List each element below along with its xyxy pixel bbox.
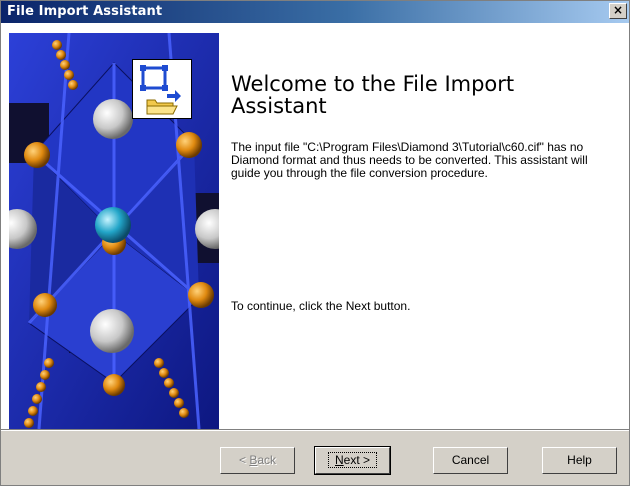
file-import-icon-graphic xyxy=(140,65,181,115)
file-import-dialog: File Import Assistant × Welcome to the F… xyxy=(0,0,630,486)
next-arrow: > xyxy=(359,453,371,467)
help-button[interactable]: Help xyxy=(542,447,617,474)
back-label-rest: ack xyxy=(257,453,277,467)
file-import-icon xyxy=(132,59,192,119)
separator xyxy=(1,429,629,431)
description-text: The input file "C:\Program Files\Diamond… xyxy=(231,140,588,180)
wizard-content: Welcome to the File Import Assistant The… xyxy=(1,23,629,429)
next-label-rest: ext xyxy=(343,453,360,467)
close-button[interactable]: × xyxy=(609,3,627,19)
back-button[interactable]: < Back xyxy=(220,447,295,474)
title-bar: File Import Assistant × xyxy=(1,1,629,23)
continue-instruction: To continue, click the Next button. xyxy=(231,299,411,313)
back-arrow: < xyxy=(238,453,250,467)
back-button-label: < Back xyxy=(233,453,282,467)
next-button-label: Next > xyxy=(327,452,378,468)
cancel-button[interactable]: Cancel xyxy=(433,447,508,474)
next-mnemonic: N xyxy=(334,453,344,467)
help-button-label: Help xyxy=(567,453,592,467)
close-icon: × xyxy=(612,3,624,17)
cancel-button-label: Cancel xyxy=(451,453,490,467)
window-title: File Import Assistant xyxy=(7,4,163,19)
page-title: Welcome to the File Import Assistant xyxy=(231,72,515,118)
next-button[interactable]: Next > xyxy=(314,446,391,475)
